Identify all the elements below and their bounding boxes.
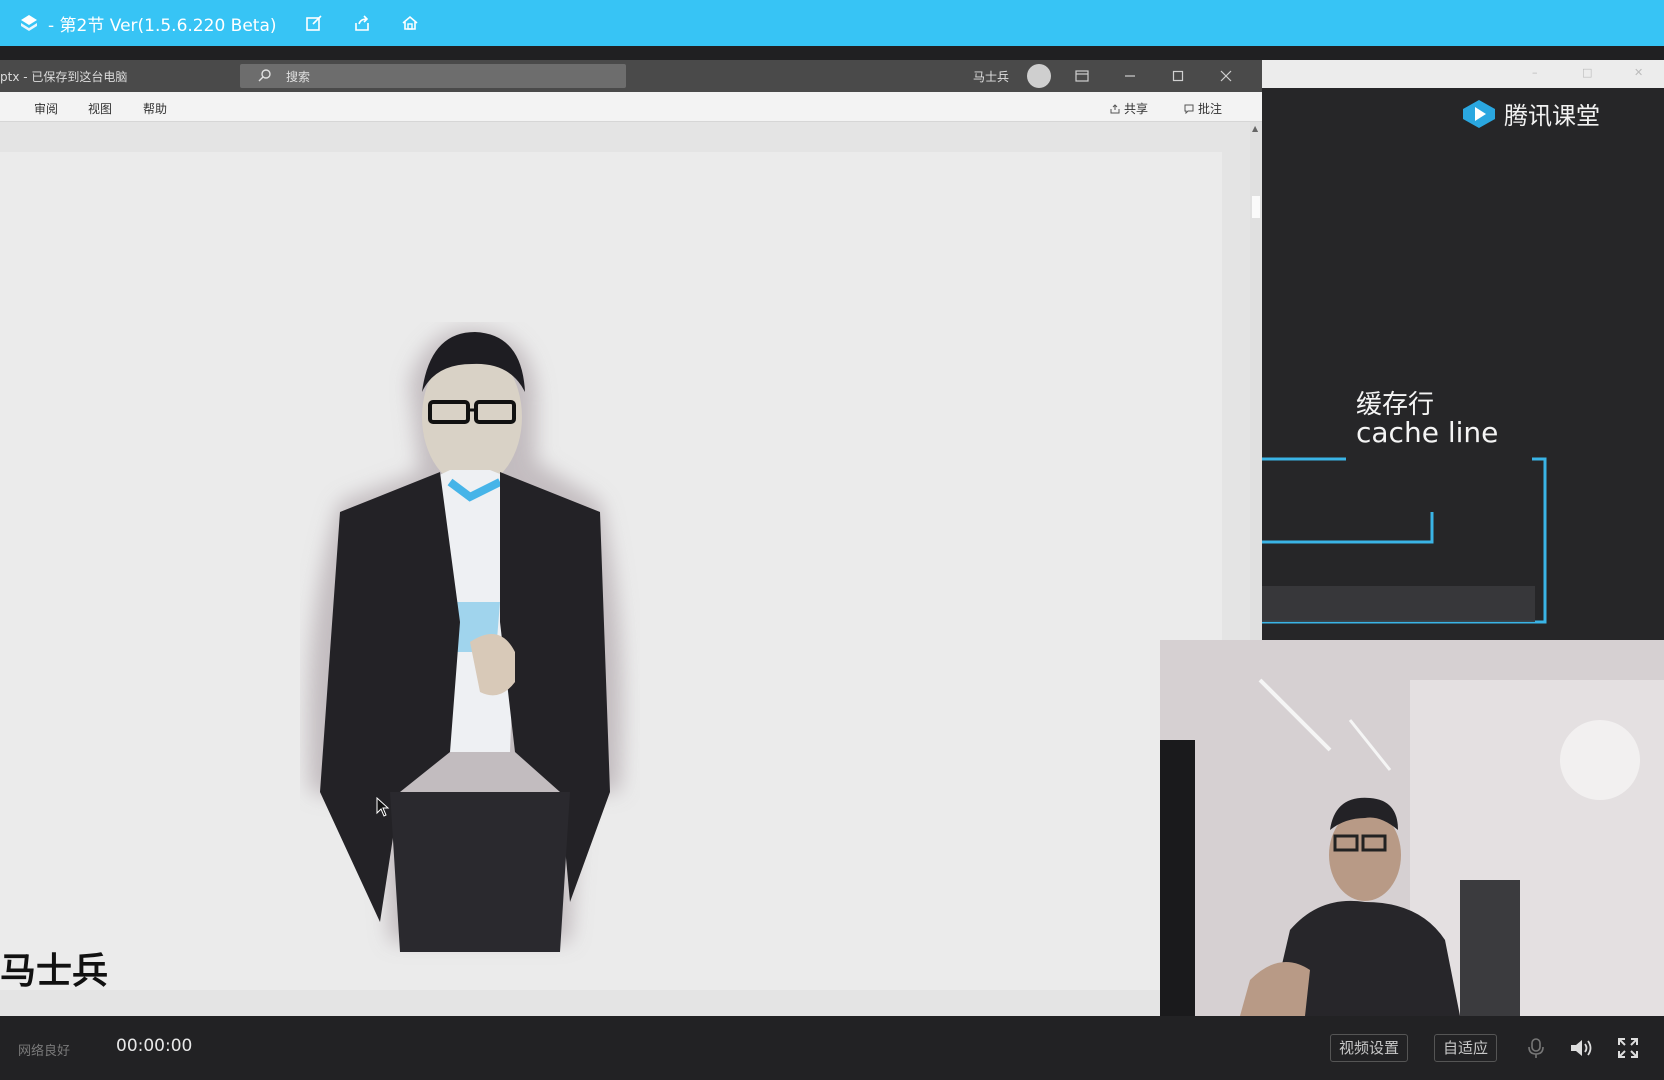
slide-presenter-name: 马士兵 xyxy=(0,951,109,992)
share-label: 共享 xyxy=(1124,102,1149,116)
tab-help[interactable]: 帮助 xyxy=(143,100,167,117)
screen-root: - 第2节 Ver(1.5.6.220 Beta) ptx - 已保存到这台电脑… xyxy=(0,0,1664,1080)
cursor-icon xyxy=(376,797,390,817)
playback-time: 00:00:00 xyxy=(116,1036,193,1056)
edit-icon[interactable] xyxy=(303,12,325,34)
volume-icon[interactable] xyxy=(1568,1034,1596,1062)
player-control-bar: 网络良好 00:00:00 视频设置 自适应 xyxy=(0,1016,1664,1080)
share-icon[interactable] xyxy=(351,12,373,34)
panel-close-icon[interactable]: ✕ xyxy=(1634,66,1648,80)
scroll-thumb[interactable] xyxy=(1252,196,1260,218)
scroll-up-icon[interactable]: ▲ xyxy=(1252,124,1260,133)
comment-icon xyxy=(1184,104,1194,114)
ppt-user-name[interactable]: 马士兵 xyxy=(973,68,1009,85)
network-status: 网络良好 xyxy=(18,1044,71,1059)
fullscreen-icon[interactable] xyxy=(1614,1034,1642,1062)
presenter-photo xyxy=(308,329,623,952)
ppt-title-bar: ptx - 已保存到这台电脑 搜索 马士兵 xyxy=(0,60,1262,92)
cache-line-diagram xyxy=(1262,457,1547,624)
player-title: - 第2节 Ver(1.5.6.220 Beta) xyxy=(48,15,277,36)
ppt-search-box[interactable]: 搜索 xyxy=(240,64,626,88)
ppt-ribbon-tabs: 审阅 视图 帮助 共享 批注 xyxy=(0,92,1262,122)
ppt-file-name[interactable]: ptx - 已保存到这台电脑 xyxy=(0,68,127,85)
tab-review[interactable]: 审阅 xyxy=(34,100,58,117)
player-title-bar: - 第2节 Ver(1.5.6.220 Beta) xyxy=(0,0,1664,46)
panel-maximize-icon[interactable]: □ xyxy=(1582,66,1596,80)
maximize-icon[interactable] xyxy=(1166,64,1190,88)
comment-button[interactable]: 批注 xyxy=(1184,100,1222,117)
video-settings-button[interactable]: 视频设置 xyxy=(1330,1034,1409,1062)
tencent-classroom-logo-icon xyxy=(1463,99,1495,128)
share-small-icon xyxy=(1110,103,1120,113)
ribbon-display-icon[interactable] xyxy=(1070,64,1094,88)
share-button[interactable]: 共享 xyxy=(1110,100,1148,117)
tab-view[interactable]: 视图 xyxy=(88,100,112,117)
microphone-icon[interactable] xyxy=(1522,1034,1550,1062)
fit-screen-button[interactable]: 自适应 xyxy=(1434,1034,1498,1062)
home-icon[interactable] xyxy=(399,12,421,34)
brand-name: 腾讯课堂 xyxy=(1504,102,1600,130)
webcam-image xyxy=(1160,640,1664,1016)
close-icon[interactable] xyxy=(1214,64,1238,88)
brand-logo: 腾讯课堂 xyxy=(1462,96,1600,131)
player-divider xyxy=(0,46,1664,60)
avatar[interactable] xyxy=(1027,64,1051,88)
app-logo-icon xyxy=(18,12,40,34)
search-icon xyxy=(258,68,272,85)
cache-line-en-label: cache line xyxy=(1356,416,1499,449)
webcam-video[interactable] xyxy=(1160,640,1664,1016)
minimize-icon[interactable] xyxy=(1118,64,1142,88)
panel-minimize-icon[interactable]: – xyxy=(1532,66,1546,80)
comment-label: 批注 xyxy=(1198,102,1223,116)
slide[interactable]: 马士兵 xyxy=(0,152,1222,992)
ppt-editing-area: 马士兵 xyxy=(0,122,1250,1020)
panel-top-bar: – □ ✕ xyxy=(1262,60,1664,88)
search-label: 搜索 xyxy=(286,69,311,84)
shared-powerpoint-window: ptx - 已保存到这台电脑 搜索 马士兵 审阅 视图 帮助 共享 批注 马士兵… xyxy=(0,60,1262,1020)
